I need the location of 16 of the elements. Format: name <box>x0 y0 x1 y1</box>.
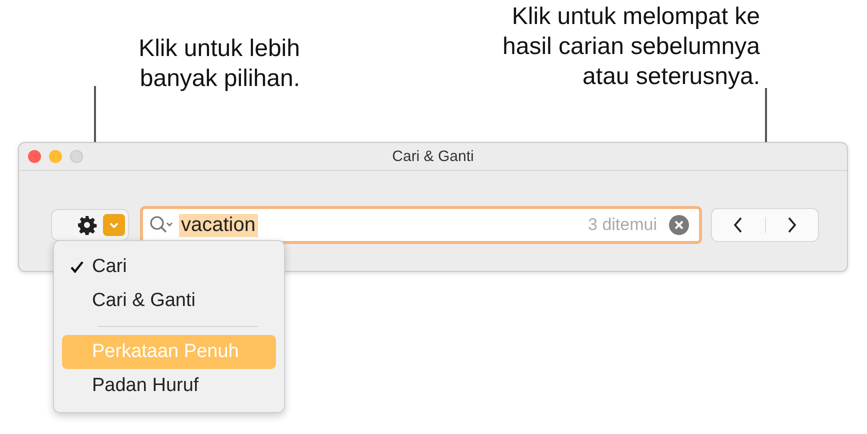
window-title: Cari & Ganti <box>391 148 475 165</box>
menu-item[interactable]: Cari & Ganti <box>62 284 276 318</box>
chevron-left-icon <box>733 217 744 233</box>
search-field[interactable]: vacation 3 ditemui <box>140 206 702 244</box>
gear-icon <box>77 215 97 235</box>
search-icon <box>149 215 175 235</box>
menu-item[interactable]: Padan Huruf <box>62 369 276 403</box>
clear-icon[interactable] <box>669 215 689 235</box>
options-button[interactable] <box>52 210 128 240</box>
callout-text: Klik untuk melompat ke hasil carian sebelumnya atau seterusnya. <box>502 2 760 92</box>
chevron-down-icon <box>103 214 125 236</box>
match-count: 3 ditemui <box>588 215 657 235</box>
menu-item[interactable]: Cari <box>62 250 276 284</box>
close-button[interactable] <box>28 150 41 163</box>
chevron-right-icon <box>786 217 797 233</box>
callout-text: Klik untuk lebih banyak pilihan. <box>138 34 300 94</box>
